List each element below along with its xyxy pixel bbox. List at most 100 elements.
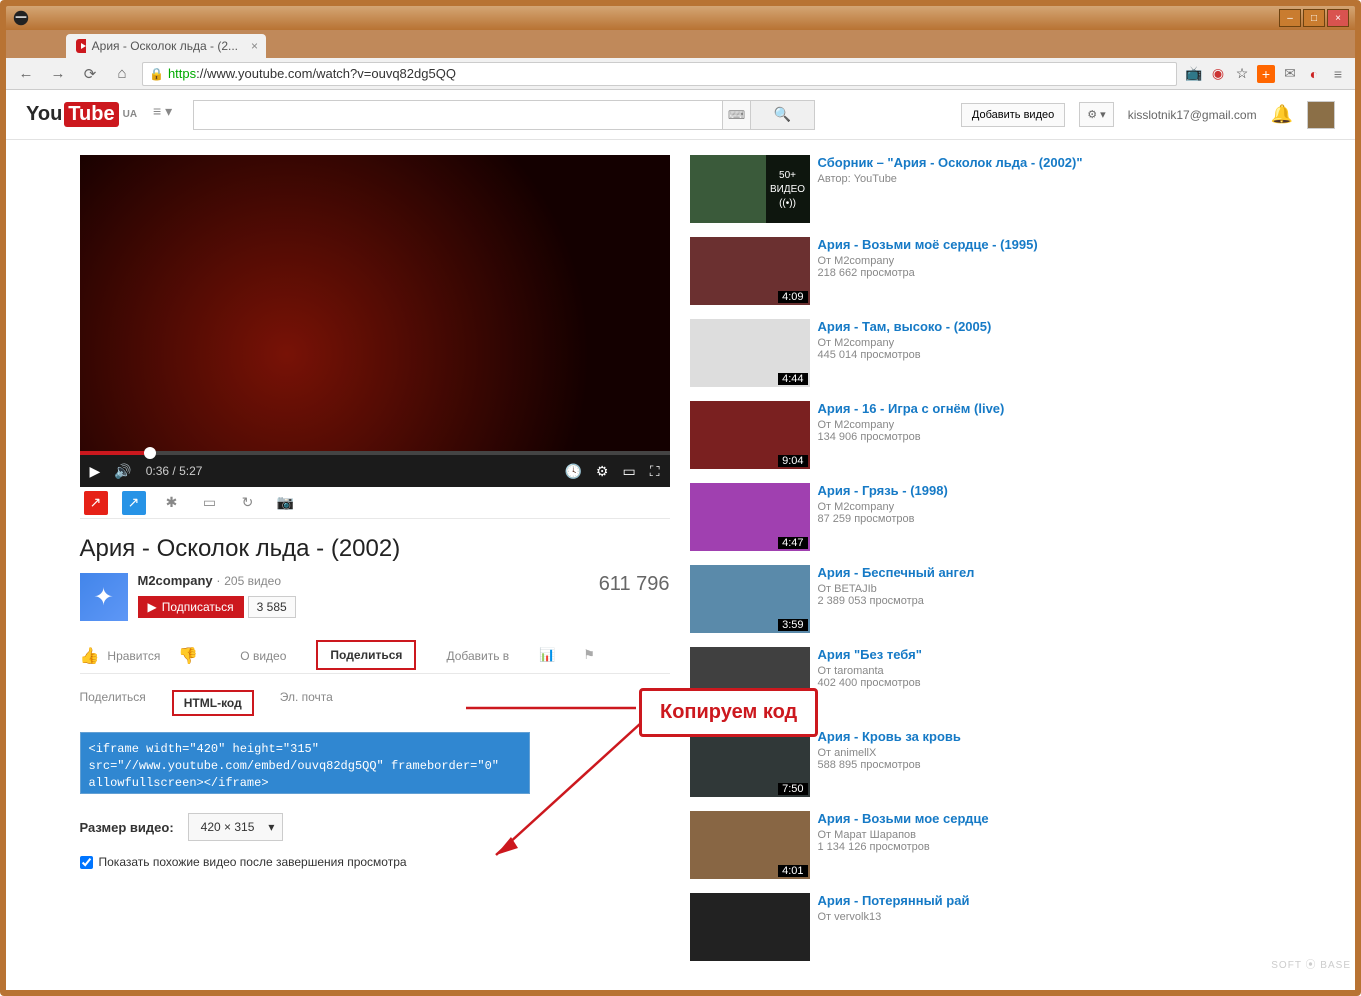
url-rest: ://www.youtube.com/watch?v=ouvq82dg5QQ [196, 66, 456, 81]
close-tab-icon[interactable]: × [251, 39, 258, 53]
video-title: Ария - Осколок льда - (2002) [80, 535, 670, 563]
video-duration: 7:50 [778, 783, 807, 795]
forward-button[interactable]: → [46, 62, 70, 86]
video-thumbnail: 4:01 [690, 811, 810, 879]
rec-title: Ария - Грязь - (1998) [818, 483, 1282, 499]
user-email[interactable]: kisslotnik17@gmail.com [1128, 108, 1257, 122]
progress-remaining[interactable] [147, 451, 669, 455]
watch-later-icon[interactable]: 🕓 [564, 463, 581, 480]
action-row: ↗ ↗ ✱ ▭ ↻ 📷 [80, 487, 670, 519]
recommendation-item[interactable]: 4:09 Ария - Возьми моё сердце - (1995) О… [690, 237, 1282, 305]
rec-author: От taromanta [818, 665, 1282, 677]
search-input[interactable] [193, 100, 723, 130]
video-thumbnail: 3:59 [690, 565, 810, 633]
action-replay-icon[interactable]: ↻ [236, 491, 260, 515]
recommendation-item[interactable]: 4:01 Ария - Возьми мое сердце От Марат Ш… [690, 811, 1282, 879]
window-close-button[interactable]: × [1327, 9, 1349, 27]
embed-code-textarea[interactable]: <iframe width="420" height="315" src="//… [80, 732, 530, 794]
volume-icon[interactable]: 🔊 [114, 463, 131, 480]
recommendation-item[interactable]: 4:47 Ария - Грязь - (1998) От M2company … [690, 483, 1282, 551]
avatar[interactable] [1307, 101, 1335, 129]
extension-icon[interactable]: 📺 [1185, 65, 1203, 83]
page-content: YouTube UA ≡ ▾ ⌨ 🔍 Добавить видео ⚙ ▾ ki… [6, 90, 1355, 990]
video-duration: 4:47 [778, 537, 807, 549]
extension-icon[interactable]: + [1257, 65, 1275, 83]
extension-icon[interactable]: ◐ [1305, 65, 1323, 83]
rec-author: От M2company [818, 501, 1282, 513]
annotation-callout: Копируем код [639, 688, 818, 737]
size-select[interactable]: 420 × 315 [188, 813, 284, 841]
keyboard-icon[interactable]: ⌨ [723, 100, 751, 130]
youtube-logo[interactable]: YouTube UA [26, 102, 137, 127]
video-thumbnail: 7:50 [690, 729, 810, 797]
extension-icon[interactable]: ◉ [1209, 65, 1227, 83]
mail-icon[interactable]: ✉ [1281, 65, 1299, 83]
thumbs-down-icon[interactable]: 👎 [178, 646, 198, 666]
tab-share[interactable]: Поделиться [316, 640, 416, 670]
action-icon[interactable]: ▭ [198, 491, 222, 515]
video-thumbnail: 9:04 [690, 401, 810, 469]
subscribe-button[interactable]: ▶ Подписаться [138, 596, 244, 618]
menu-icon[interactable]: ≡ [1329, 65, 1347, 83]
fullscreen-icon[interactable]: ⛶ [650, 463, 660, 480]
rec-views: 2 389 053 просмотра [818, 595, 1282, 607]
settings-gear-icon[interactable]: ⚙ [596, 463, 609, 480]
video-player[interactable]: ▶ 🔊 0:36 / 5:27 🕓 ⚙ ▭ ⛶ [80, 155, 670, 487]
progress-played[interactable] [80, 451, 148, 455]
home-button[interactable]: ⌂ [110, 62, 134, 86]
rec-views: 134 906 просмотров [818, 431, 1282, 443]
video-frame [80, 155, 670, 487]
subtab-share[interactable]: Поделиться [80, 690, 146, 716]
play-icon[interactable]: ▶ [90, 463, 101, 480]
logo-tube: Tube [64, 102, 118, 127]
guide-menu-button[interactable]: ≡ ▾ [153, 103, 177, 127]
search-button[interactable]: 🔍 [750, 100, 815, 130]
subtab-email[interactable]: Эл. почта [280, 690, 333, 716]
window-maximize-button[interactable]: □ [1303, 9, 1325, 27]
rec-title: Ария - Возьми моё сердце - (1995) [818, 237, 1282, 253]
recommendation-item[interactable]: 4:44 Ария - Там, высоко - (2005) От M2co… [690, 319, 1282, 387]
tab-about[interactable]: О видео [236, 639, 290, 673]
theater-mode-icon[interactable]: ▭ [622, 463, 635, 480]
reload-button[interactable]: ⟳ [78, 62, 102, 86]
subtab-html[interactable]: HTML-код [172, 690, 254, 716]
rec-title: Ария - Кровь за кровь [818, 729, 1282, 745]
progress-scrubber[interactable] [144, 447, 156, 459]
rec-title: Сборник – "Ария - Осколок льда - (2002)" [818, 155, 1282, 171]
action-settings-icon[interactable]: ✱ [160, 491, 184, 515]
recommendation-item[interactable]: 9:04 Ария - 16 - Игра с огнём (live) От … [690, 401, 1282, 469]
video-duration: 4:44 [778, 373, 807, 385]
show-related-checkbox[interactable] [80, 856, 93, 869]
thumbs-up-icon[interactable]: 👍 [80, 646, 100, 666]
size-label: Размер видео: [80, 820, 174, 835]
rec-author: От BETAJIb [818, 583, 1282, 595]
action-icon[interactable]: ↗ [122, 491, 146, 515]
recommendation-item[interactable]: 7:50 Ария - Кровь за кровь От animellX 5… [690, 729, 1282, 797]
app-icon [12, 9, 30, 27]
stats-icon[interactable]: 📊 [539, 647, 557, 665]
channel-avatar[interactable]: ✦ [80, 573, 128, 621]
recommendation-item[interactable]: 50+ВИДЕО((•)) Сборник – "Ария - Осколок … [690, 155, 1282, 223]
settings-button[interactable]: ⚙ ▾ [1079, 102, 1113, 127]
channel-name[interactable]: M2company [138, 573, 213, 588]
video-thumbnail: 50+ВИДЕО((•)) [690, 155, 810, 223]
action-icon[interactable]: ↗ [84, 491, 108, 515]
channel-video-count[interactable]: 205 видео [224, 574, 281, 588]
region-code: UA [123, 109, 137, 120]
address-bar[interactable]: 🔒 https ://www.youtube.com/watch?v=ouvq8… [142, 62, 1177, 86]
rec-views: 445 014 просмотров [818, 349, 1282, 361]
bell-icon[interactable]: 🔔 [1271, 104, 1293, 125]
bookmark-icon[interactable]: ☆ [1233, 65, 1251, 83]
back-button[interactable]: ← [14, 62, 38, 86]
rec-views: 87 259 просмотров [818, 513, 1282, 525]
video-thumbnail [690, 893, 810, 961]
rec-author: От M2company [818, 337, 1282, 349]
recommendation-item[interactable]: 3:59 Ария - Беспечный ангел От BETAJIb 2… [690, 565, 1282, 633]
recommendation-item[interactable]: Ария - Потерянный рай От vervolk13 [690, 893, 1282, 961]
upload-button[interactable]: Добавить видео [961, 103, 1065, 127]
window-minimize-button[interactable]: – [1279, 9, 1301, 27]
tab-addto[interactable]: Добавить в [442, 639, 513, 673]
action-camera-icon[interactable]: 📷 [274, 491, 298, 515]
browser-tab[interactable]: Ария - Осколок льда - (2... × [66, 34, 266, 58]
flag-icon[interactable]: ⚑ [583, 647, 601, 665]
